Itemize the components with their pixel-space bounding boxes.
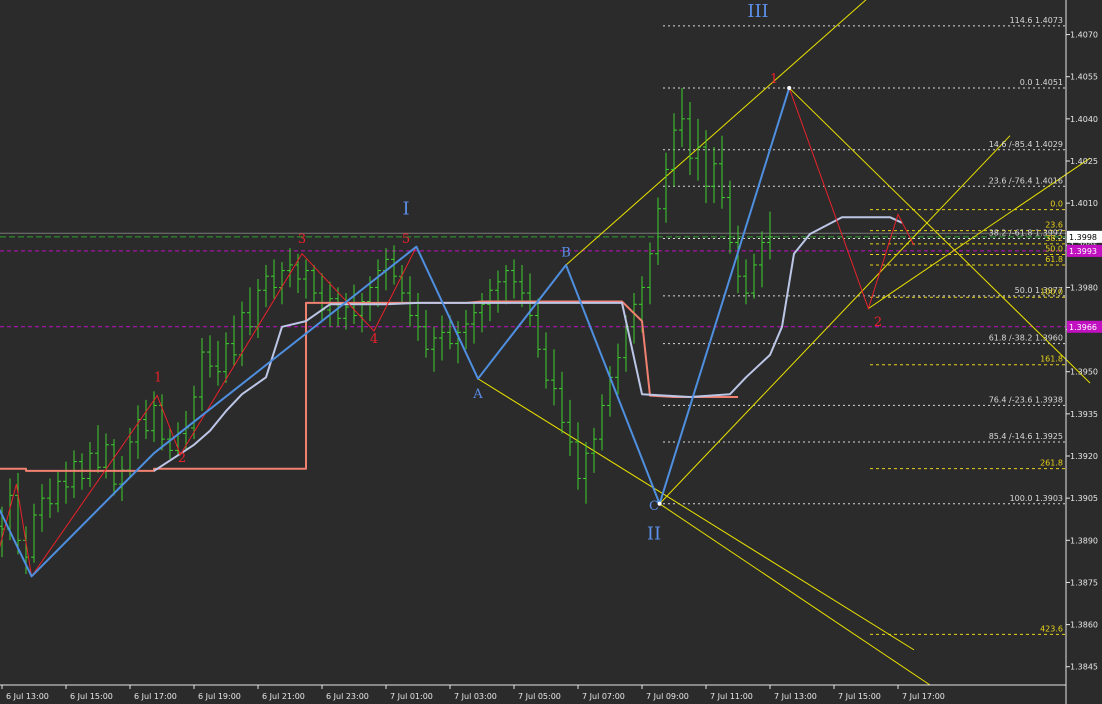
fib-level-label: 23.6 /-76.4 1.4016: [989, 176, 1063, 185]
fib-level-label: 14.6 /-85.4 1.4029: [989, 140, 1063, 149]
wave-pivot-dot: [787, 85, 792, 90]
time-tick-label: 7 Jul 17:00: [902, 692, 945, 701]
fib-extension-label: 261.8: [1040, 459, 1063, 468]
wave-label: 5: [402, 232, 410, 247]
time-tick-label: 7 Jul 15:00: [838, 692, 881, 701]
fib-extension-label: 38.2: [1045, 234, 1063, 243]
fib-extension-label: 50.0: [1045, 245, 1063, 254]
price-label-text: 1.3966: [1069, 323, 1097, 332]
chart-background: [0, 0, 1102, 704]
price-tick-label: 1.4025: [1070, 157, 1098, 166]
time-tick-label: 7 Jul 09:00: [646, 692, 689, 701]
price-tick-label: 1.4055: [1070, 73, 1098, 82]
fib-level-label: 76.4 /-23.6 1.3938: [989, 395, 1063, 404]
wave-label: 1: [770, 72, 778, 87]
price-tick-label: 1.3980: [1070, 283, 1098, 292]
price-label-text: 1.3998: [1069, 233, 1097, 242]
price-tick-label: 1.4010: [1070, 199, 1098, 208]
price-chart[interactable]: IIIIIIABC1234512 114.6 1.40730.0 1.40511…: [0, 0, 1102, 704]
price-tick-label: 1.3860: [1070, 621, 1098, 630]
fib-level-label: 100.0 1.3903: [1010, 494, 1063, 503]
wave-label: I: [402, 199, 409, 220]
fib-level-label: 114.6 1.4073: [1010, 16, 1063, 25]
wave-label: 4: [370, 332, 378, 347]
fib-extension-label: 0.0: [1050, 200, 1063, 209]
fib-level-label: 85.4 /-14.6 1.3925: [989, 432, 1063, 441]
fib-extension-label: 23.6: [1045, 221, 1063, 230]
fib-extension-label: 161.8: [1040, 355, 1063, 364]
wave-label: 1: [154, 371, 162, 386]
fib-extension-label: 100.0: [1040, 287, 1063, 296]
price-label-text: 1.3993: [1069, 247, 1097, 256]
fib-level-label: 0.0 1.4051: [1020, 78, 1063, 87]
wave-label: 2: [874, 315, 882, 330]
time-tick-label: 6 Jul 15:00: [70, 692, 113, 701]
price-tick-label: 1.4040: [1070, 115, 1098, 124]
wave-label: A: [472, 387, 483, 402]
time-tick-label: 6 Jul 17:00: [134, 692, 177, 701]
price-tick-label: 1.3920: [1070, 452, 1098, 461]
price-tick-label: 1.3845: [1070, 663, 1098, 672]
time-tick-label: 7 Jul 11:00: [710, 692, 753, 701]
price-tick-label: 1.3950: [1070, 368, 1098, 377]
time-tick-label: 6 Jul 13:00: [6, 692, 49, 701]
price-tick-label: 1.3905: [1070, 494, 1098, 503]
time-tick-label: 7 Jul 01:00: [390, 692, 433, 701]
time-tick-label: 6 Jul 19:00: [198, 692, 241, 701]
price-tick-label: 1.4070: [1070, 31, 1098, 40]
wave-label: III: [747, 1, 768, 22]
time-tick-label: 6 Jul 23:00: [326, 692, 369, 701]
time-tick-label: 7 Jul 07:00: [582, 692, 625, 701]
wave-label: C: [649, 499, 659, 514]
wave-label: 2: [178, 451, 186, 466]
time-tick-label: 7 Jul 13:00: [774, 692, 817, 701]
fib-extension-label: 423.6: [1040, 624, 1063, 633]
price-tick-label: 1.3890: [1070, 536, 1098, 545]
wave-label: II: [647, 524, 661, 545]
fib-extension-label: 61.8: [1045, 255, 1063, 264]
fib-level-label: 61.8 /-38.2 1.3960: [989, 334, 1063, 343]
wave-label: 3: [298, 232, 306, 247]
wave-label: B: [561, 246, 571, 261]
time-tick-label: 7 Jul 03:00: [454, 692, 497, 701]
price-tick-label: 1.3935: [1070, 410, 1098, 419]
price-tick-label: 1.3875: [1070, 578, 1098, 587]
time-tick-label: 6 Jul 21:00: [262, 692, 305, 701]
time-tick-label: 7 Jul 05:00: [518, 692, 561, 701]
